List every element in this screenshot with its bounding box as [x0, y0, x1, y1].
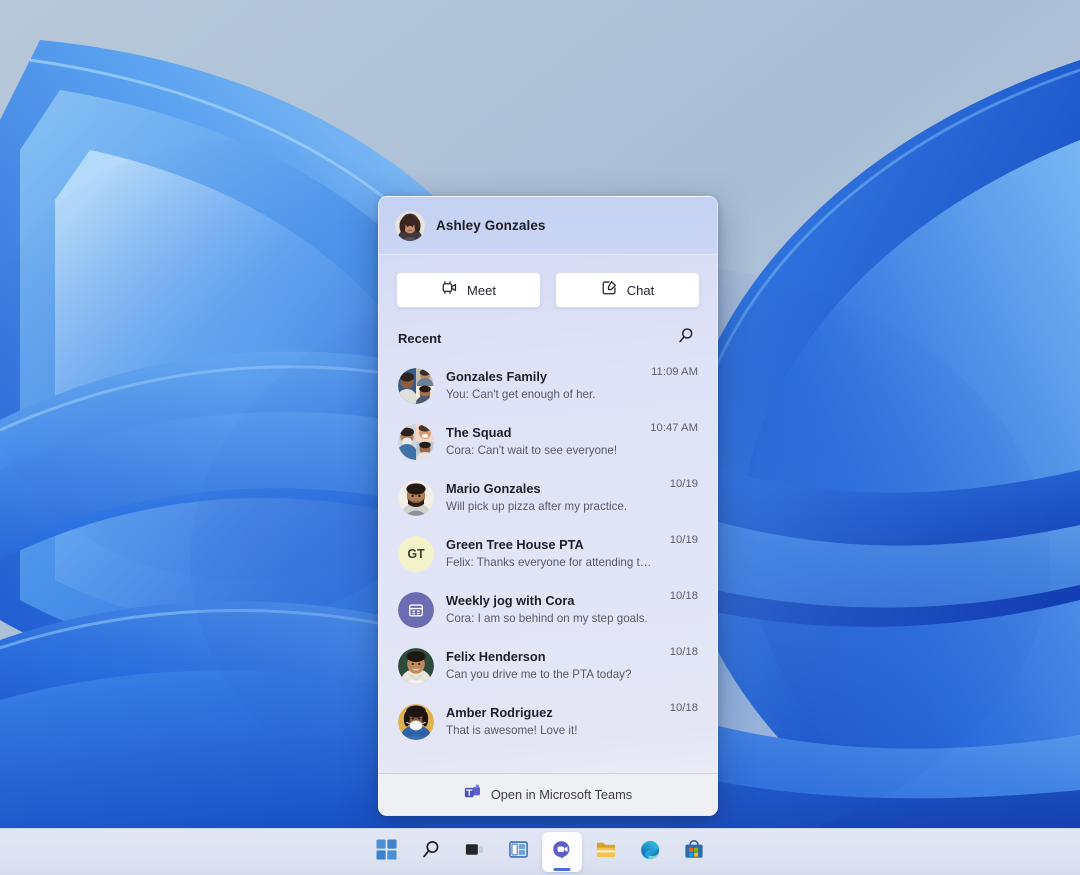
- chat-icon: [551, 839, 573, 866]
- taskbar-item-chat[interactable]: [542, 832, 582, 872]
- meet-button[interactable]: Meet: [396, 272, 541, 308]
- profile-avatar[interactable]: [395, 210, 425, 241]
- initials-label: GT: [398, 536, 434, 572]
- list-item[interactable]: GT Green Tree House PTA Felix: Thanks ev…: [385, 526, 711, 582]
- open-in-teams-link[interactable]: Open in Microsoft Teams: [379, 773, 717, 815]
- group-collage-avatar: [398, 424, 434, 460]
- store-icon: [683, 839, 705, 866]
- taskbar-item-file-explorer[interactable]: [586, 832, 626, 872]
- profile-avatar-image: [395, 210, 425, 241]
- chat-timestamp: 11:09 AM: [651, 366, 698, 378]
- chat-button[interactable]: Chat: [555, 272, 700, 308]
- list-item[interactable]: Weekly jog with Cora Cora: I am so behin…: [385, 582, 711, 638]
- contact-avatar: [398, 480, 434, 516]
- list-item[interactable]: Gonzales Family You: Can't get enough of…: [385, 358, 711, 414]
- chat-timestamp: 10/18: [669, 646, 698, 658]
- initials-avatar: GT: [398, 536, 434, 572]
- contact-avatar: [398, 704, 434, 740]
- search-icon: [420, 839, 441, 865]
- file-explorer-icon: [595, 839, 617, 866]
- taskbar-item-store[interactable]: [674, 832, 714, 872]
- start-icon: [375, 839, 397, 865]
- chat-title: Gonzales Family: [446, 369, 547, 385]
- list-item[interactable]: Mario Gonzales Will pick up pizza after …: [385, 470, 711, 526]
- chat-preview: Cora: I am so behind on my step goals.: [446, 611, 648, 625]
- chat-preview: Will pick up pizza after my practice.: [446, 499, 628, 513]
- meet-button-label: Meet: [467, 282, 496, 298]
- open-in-teams-label: Open in Microsoft Teams: [490, 787, 633, 802]
- list-item[interactable]: The Squad Cora: Can't wait to see everyo…: [385, 414, 711, 470]
- chat-title: Mario Gonzales: [446, 481, 541, 497]
- meeting-avatar: [398, 592, 434, 628]
- taskbar-item-task-view[interactable]: [454, 832, 494, 872]
- recent-section-header: Recent: [379, 308, 717, 358]
- search-icon: [676, 326, 695, 350]
- chat-title: Weekly jog with Cora: [446, 593, 575, 609]
- contact-avatar: [398, 648, 434, 684]
- chat-preview: You: Can't get enough of her.: [446, 387, 596, 401]
- chat-preview: Can you drive me to the PTA today?: [446, 667, 632, 681]
- recent-label: Recent: [398, 330, 442, 346]
- group-collage-avatar: [398, 368, 434, 404]
- chat-title: Green Tree House PTA: [446, 537, 584, 553]
- chat-title: The Squad: [446, 425, 512, 441]
- chat-timestamp: 10/19: [669, 478, 698, 490]
- list-item[interactable]: Felix Henderson Can you drive me to the …: [385, 638, 711, 694]
- search-button[interactable]: [672, 325, 698, 351]
- edge-icon: [639, 839, 661, 866]
- chat-button-label: Chat: [626, 282, 655, 298]
- task-view-icon: [464, 839, 485, 865]
- microsoft-teams-icon: [464, 784, 481, 805]
- recent-chat-list: Gonzales Family You: Can't get enough of…: [379, 358, 717, 773]
- teams-chat-flyout: Ashley Gonzales Meet Chat Recent Gonzale…: [378, 196, 718, 816]
- chat-timestamp: 10:47 AM: [650, 422, 698, 434]
- chat-title: Felix Henderson: [446, 649, 546, 665]
- taskbar-item-start[interactable]: [366, 832, 406, 872]
- taskbar-item-edge[interactable]: [630, 832, 670, 872]
- chat-timestamp: 10/18: [669, 702, 698, 714]
- chat-title: Amber Rodriguez: [446, 705, 553, 721]
- chat-timestamp: 10/19: [669, 534, 698, 546]
- active-app-indicator: [553, 868, 571, 871]
- list-item[interactable]: Amber Rodriguez That is awesome! Love it…: [385, 694, 711, 750]
- taskbar-item-search[interactable]: [410, 832, 450, 872]
- video-camera-icon: [441, 279, 458, 301]
- taskbar-item-widgets[interactable]: [498, 832, 538, 872]
- profile-name: Ashley Gonzales: [436, 218, 546, 233]
- chat-preview: Felix: Thanks everyone for attending tod…: [446, 555, 658, 569]
- calendar-icon: [398, 592, 434, 628]
- chat-preview: Cora: Can't wait to see everyone!: [446, 443, 618, 457]
- action-button-row: Meet Chat: [379, 255, 717, 308]
- chat-preview: That is awesome! Love it!: [446, 723, 578, 737]
- widgets-icon: [508, 839, 529, 865]
- flyout-header: Ashley Gonzales: [379, 197, 717, 255]
- compose-chat-icon: [601, 279, 618, 301]
- taskbar: [0, 828, 1080, 875]
- chat-timestamp: 10/18: [669, 590, 698, 602]
